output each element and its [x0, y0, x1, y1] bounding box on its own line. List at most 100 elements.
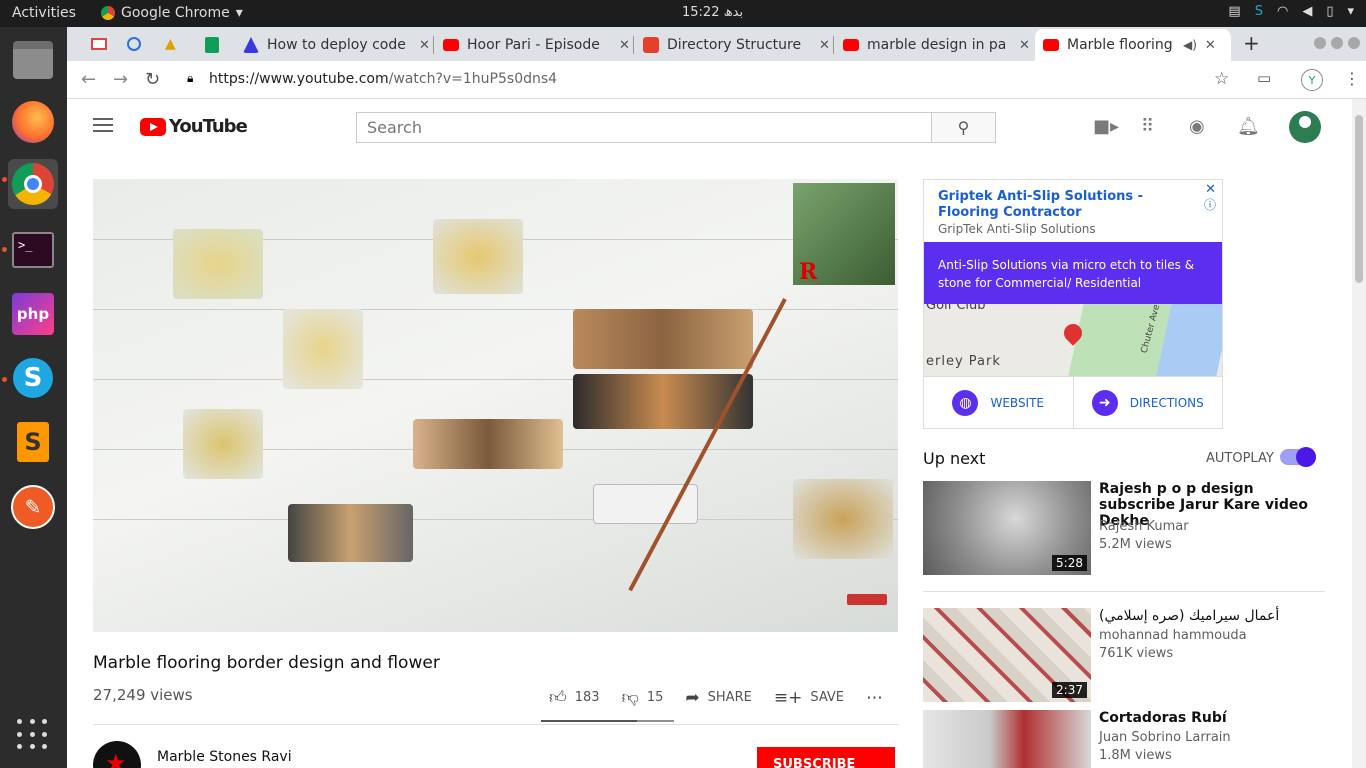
- ad-website-button[interactable]: ◍ WEBSITE: [924, 377, 1073, 428]
- ad-title[interactable]: Griptek Anti-Slip Solutions - Flooring C…: [938, 189, 1188, 221]
- share-button[interactable]: ➦ SHARE: [685, 688, 751, 708]
- audio-playing-icon[interactable]: ◀): [1183, 38, 1197, 52]
- youtube-header: YouTube Search ⚲ ■▸ ⠿ ◉ 🔔︎: [67, 99, 1352, 155]
- maximize-button[interactable]: [1331, 37, 1343, 49]
- wifi-icon[interactable]: ◠: [1277, 4, 1288, 19]
- sheets-pinned-tab[interactable]: [205, 37, 219, 53]
- info-icon[interactable]: ⓘ: [1204, 196, 1216, 213]
- phpstorm-icon[interactable]: php: [8, 289, 58, 339]
- related-video-views: 761K views: [1099, 646, 1174, 661]
- close-icon[interactable]: ✕: [419, 38, 430, 53]
- close-window-button[interactable]: [1348, 37, 1360, 49]
- tab-directory-structure[interactable]: Directory Structure ✕: [635, 29, 835, 61]
- battery-icon[interactable]: ▯: [1326, 4, 1333, 19]
- apps-grid-icon[interactable]: ⠿: [1141, 116, 1154, 137]
- video-thumbnail[interactable]: [923, 710, 1091, 768]
- food-tile: [573, 374, 753, 429]
- ad-directions-button[interactable]: ➜ DIRECTIONS: [1072, 377, 1223, 428]
- pinned-tab[interactable]: ▲: [165, 36, 176, 52]
- up-next-heading: Up next: [923, 449, 986, 468]
- account-avatar[interactable]: [1289, 111, 1321, 143]
- sublime-text-icon[interactable]: S: [8, 417, 58, 467]
- more-actions-button[interactable]: ⋯: [866, 688, 883, 708]
- pinned-tab[interactable]: [127, 37, 141, 51]
- keyboard-icon[interactable]: ▤: [1228, 4, 1240, 19]
- dislike-button[interactable]: 👎︎ 15: [622, 687, 664, 708]
- tab-marble-flooring[interactable]: Marble flooring ◀) ✕: [1035, 29, 1231, 61]
- tile-line: [93, 379, 898, 380]
- volume-icon[interactable]: ◀: [1302, 4, 1312, 19]
- messages-icon[interactable]: ◉: [1189, 116, 1205, 137]
- search-button[interactable]: ⚲: [931, 112, 996, 143]
- address-bar[interactable]: https://www.youtube.com/watch?v=1huP5s0d…: [209, 71, 557, 87]
- related-video[interactable]: 2:37 أعمال سيراميك (صره إسلامي) mohannad…: [923, 608, 1333, 702]
- create-video-icon[interactable]: ■▸: [1093, 116, 1119, 137]
- dock: >_ php S S ✎: [0, 27, 67, 768]
- close-icon[interactable]: ✕: [1205, 182, 1216, 197]
- kettle-tile: [433, 219, 523, 294]
- autoplay-toggle[interactable]: [1280, 447, 1316, 467]
- app-menu[interactable]: Google Chrome ▾: [101, 5, 243, 21]
- clock[interactable]: 15:22 بدھ: [682, 5, 743, 20]
- activities-button[interactable]: Activities: [12, 5, 76, 21]
- search-input[interactable]: Search: [356, 112, 932, 143]
- channel-avatar[interactable]: [93, 741, 141, 768]
- system-tray[interactable]: ▤ S ◠ ◀ ▯ ▾: [1228, 4, 1354, 19]
- forward-button[interactable]: →: [113, 69, 128, 90]
- show-applications-icon[interactable]: [17, 719, 49, 751]
- like-dislike-ratio-bar: [541, 720, 674, 722]
- related-video-title[interactable]: Cortadoras Rubí: [1099, 710, 1329, 726]
- chrome-menu-icon[interactable]: ⋮: [1344, 69, 1360, 88]
- terminal-icon[interactable]: >_: [8, 225, 58, 275]
- subscribe-button[interactable]: SUBSCRIBE 25K: [757, 747, 895, 768]
- youtube-logo[interactable]: YouTube: [140, 116, 248, 137]
- back-button[interactable]: ←: [81, 69, 96, 90]
- chevron-down-icon[interactable]: ▾: [1347, 4, 1354, 19]
- page-scrollbar[interactable]: [1352, 99, 1366, 768]
- scrollbar-thumb[interactable]: [1355, 115, 1363, 283]
- hamburger-menu-icon[interactable]: [93, 118, 113, 136]
- tab-marble-design[interactable]: marble design in pa ✕: [835, 29, 1035, 61]
- app-menu-label: Google Chrome: [121, 5, 230, 21]
- files-app-icon[interactable]: [8, 35, 58, 85]
- gmail-pinned-tab[interactable]: [91, 38, 107, 50]
- ad-card[interactable]: Griptek Anti-Slip Solutions - Flooring C…: [923, 179, 1223, 429]
- video-thumbnail[interactable]: 2:37: [923, 608, 1091, 702]
- ad-description[interactable]: Anti-Slip Solutions via micro etch to ti…: [924, 242, 1222, 304]
- kettle-tile: [283, 309, 363, 389]
- new-tab-button[interactable]: +: [1243, 31, 1260, 55]
- related-video[interactable]: 5:28 Rajesh p o p design subscribe Jarur…: [923, 481, 1333, 575]
- close-icon[interactable]: ✕: [619, 38, 630, 53]
- channel-name[interactable]: Marble Stones Ravi: [157, 749, 292, 765]
- reload-button[interactable]: ↻: [145, 69, 160, 90]
- close-icon[interactable]: ✕: [1019, 38, 1030, 53]
- tab-hoor-pari[interactable]: Hoor Pari - Episode ✕: [435, 29, 635, 61]
- save-label: SAVE: [810, 690, 844, 705]
- close-icon[interactable]: ✕: [819, 38, 830, 53]
- notifications-bell-icon[interactable]: 🔔︎: [1237, 116, 1260, 137]
- bookmark-star-icon[interactable]: ☆: [1214, 69, 1229, 89]
- close-icon[interactable]: ✕: [1205, 38, 1216, 53]
- tab-deploy[interactable]: How to deploy code ✕: [235, 29, 435, 61]
- related-video[interactable]: Cortadoras Rubí Juan Sobrino Larrain 1.8…: [923, 710, 1333, 768]
- related-video-title[interactable]: أعمال سيراميك (صره إسلامي): [1099, 608, 1329, 624]
- skype-tray-icon[interactable]: S: [1255, 4, 1263, 19]
- youtube-watermark[interactable]: [847, 594, 887, 605]
- globe-icon: ◍: [952, 389, 979, 416]
- cast-icon[interactable]: ▭: [1257, 69, 1271, 87]
- firefox-icon[interactable]: [8, 97, 58, 147]
- skype-icon[interactable]: S: [8, 353, 58, 403]
- youtube-favicon: [843, 39, 859, 51]
- minimize-button[interactable]: [1314, 37, 1326, 49]
- map-label: Golf Club: [926, 304, 986, 313]
- video-thumbnail[interactable]: 5:28: [923, 481, 1091, 575]
- lock-icon[interactable]: 🔒︎: [187, 71, 193, 86]
- ad-map[interactable]: Golf Club erley Park Chuter Ave: [924, 304, 1222, 376]
- save-button[interactable]: ≡+ SAVE: [774, 688, 844, 708]
- postman-icon[interactable]: ✎: [8, 482, 58, 532]
- chrome-dock-icon[interactable]: [8, 159, 58, 209]
- video-player[interactable]: [93, 179, 898, 632]
- profile-avatar[interactable]: Y: [1301, 69, 1323, 91]
- youtube-page: YouTube Search ⚲ ■▸ ⠿ ◉ 🔔︎ Marble floori…: [67, 99, 1352, 768]
- like-button[interactable]: 👍︎ 183: [549, 687, 600, 708]
